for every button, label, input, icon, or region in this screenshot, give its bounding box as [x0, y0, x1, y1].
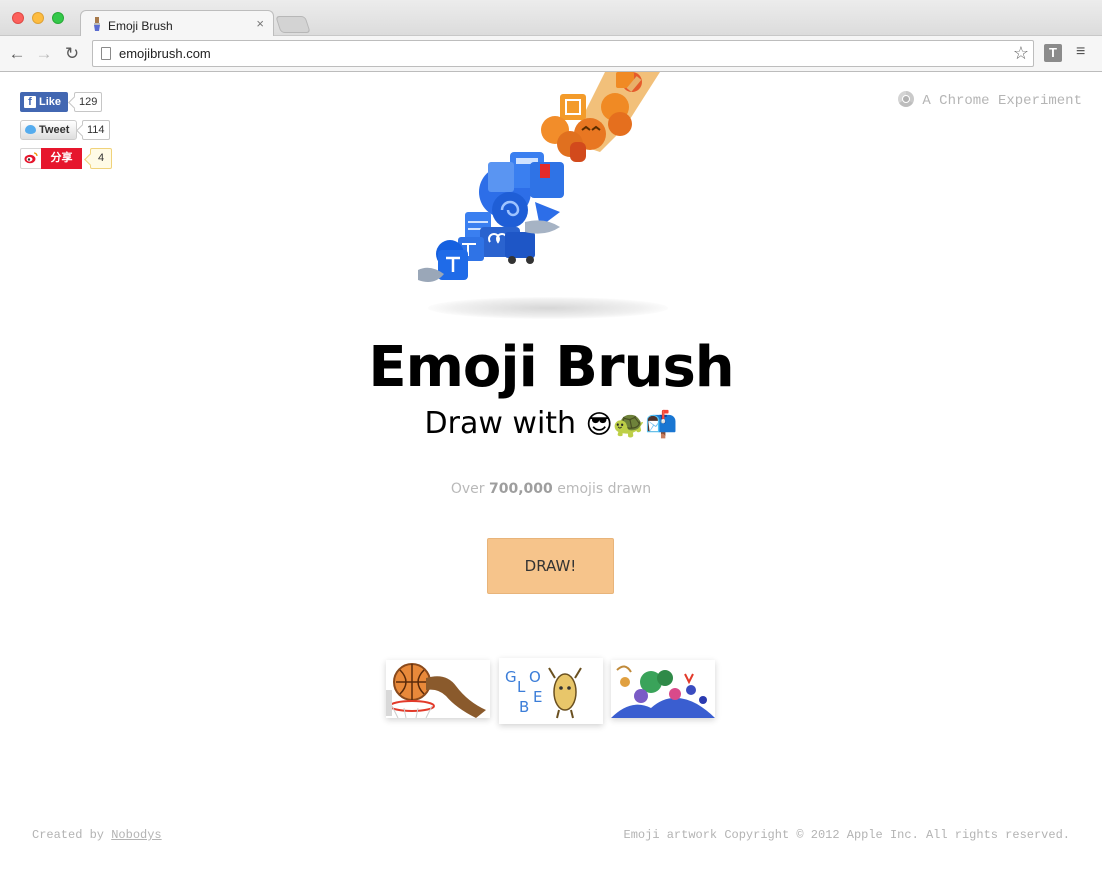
- brush-shadow: [428, 297, 668, 319]
- url-text[interactable]: emojibrush.com: [119, 46, 211, 61]
- footer-copyright: Emoji artwork Copyright © 2012 Apple Inc…: [623, 828, 1070, 842]
- close-window-button[interactable]: [12, 12, 24, 24]
- facebook-like-label: Like: [39, 96, 62, 108]
- facebook-like-button[interactable]: f Like: [20, 92, 68, 112]
- tab-title: Emoji Brush: [108, 19, 173, 33]
- twitter-bird-icon: [25, 125, 36, 134]
- maximize-window-button[interactable]: [52, 12, 64, 24]
- emoji-count-stats: Over 700,000 emojis drawn: [0, 481, 1102, 497]
- new-tab-button[interactable]: [275, 16, 311, 33]
- brush-favicon-icon: [94, 17, 100, 31]
- dragon-drawing-icon: [611, 665, 715, 718]
- facebook-icon: f: [24, 96, 36, 108]
- footer-created-by: Created by: [32, 828, 105, 842]
- gallery-thumbnail-basketball[interactable]: [386, 660, 490, 718]
- thumb-letter-o: O: [529, 668, 541, 686]
- browser-toolbar: ← → ↻ emojibrush.com ☆ T ≡: [0, 36, 1102, 72]
- tweet-count: 114: [82, 120, 110, 140]
- globe-drawing-icon: G L O B E: [505, 667, 582, 719]
- footer-credits: Created by Nobodys: [32, 828, 162, 842]
- forward-arrow-icon[interactable]: →: [34, 44, 54, 64]
- subtitle-emoji-icons: 😎🐢📬: [585, 410, 678, 440]
- browser-menu-icon[interactable]: ≡: [1076, 43, 1085, 61]
- chrome-experiment-link[interactable]: A Chrome Experiment: [898, 91, 1082, 109]
- subtitle-text: Draw with: [424, 406, 577, 441]
- thumb-letter-l: L: [517, 678, 526, 696]
- extension-icon[interactable]: T: [1044, 44, 1062, 62]
- tweet-button[interactable]: Tweet: [20, 120, 77, 140]
- browser-titlebar: Emoji Brush ×: [0, 0, 1102, 37]
- back-arrow-icon[interactable]: ←: [7, 44, 27, 64]
- stats-prefix: Over: [450, 481, 485, 497]
- tweet-label: Tweet: [39, 124, 70, 136]
- gallery-thumbnail-dragon[interactable]: [611, 660, 715, 718]
- page-subtitle: Draw with 😎🐢📬: [0, 406, 1102, 441]
- weibo-icon: [24, 152, 38, 164]
- thumb-letter-e: E: [533, 688, 542, 706]
- weibo-share-button[interactable]: 分享: [20, 148, 82, 169]
- minimize-window-button[interactable]: [32, 12, 44, 24]
- reload-icon[interactable]: ↻: [62, 44, 82, 64]
- draw-button[interactable]: DRAW!: [487, 538, 614, 594]
- stats-count: 700,000: [489, 481, 553, 497]
- tab-close-icon[interactable]: ×: [256, 16, 264, 31]
- weibo-share-count: 4: [90, 148, 112, 169]
- facebook-like-count: 129: [74, 92, 103, 112]
- emoji-brush-illustration: [418, 72, 660, 282]
- chrome-logo-icon: [898, 91, 915, 107]
- browser-tab[interactable]: Emoji Brush ×: [80, 10, 274, 37]
- page-content: f Like 129 Tweet 114 分享 4 A Chrome Exper…: [0, 72, 1102, 873]
- basketball-drawing-icon: [386, 663, 486, 718]
- page-icon: [101, 47, 111, 60]
- weibo-share-label: 分享: [41, 148, 82, 169]
- nobodys-link[interactable]: Nobodys: [111, 828, 161, 842]
- gallery-thumbnail-globe[interactable]: G L O B E: [499, 658, 603, 724]
- thumb-letter-g: G: [505, 668, 517, 686]
- address-bar[interactable]: emojibrush.com ☆: [92, 40, 1034, 67]
- page-title: Emoji Brush: [368, 335, 734, 400]
- bookmark-star-icon[interactable]: ☆: [1013, 43, 1029, 64]
- stats-suffix: emojis drawn: [557, 481, 652, 497]
- thumb-letter-b: B: [519, 698, 529, 716]
- chrome-experiment-label: A Chrome Experiment: [922, 93, 1082, 109]
